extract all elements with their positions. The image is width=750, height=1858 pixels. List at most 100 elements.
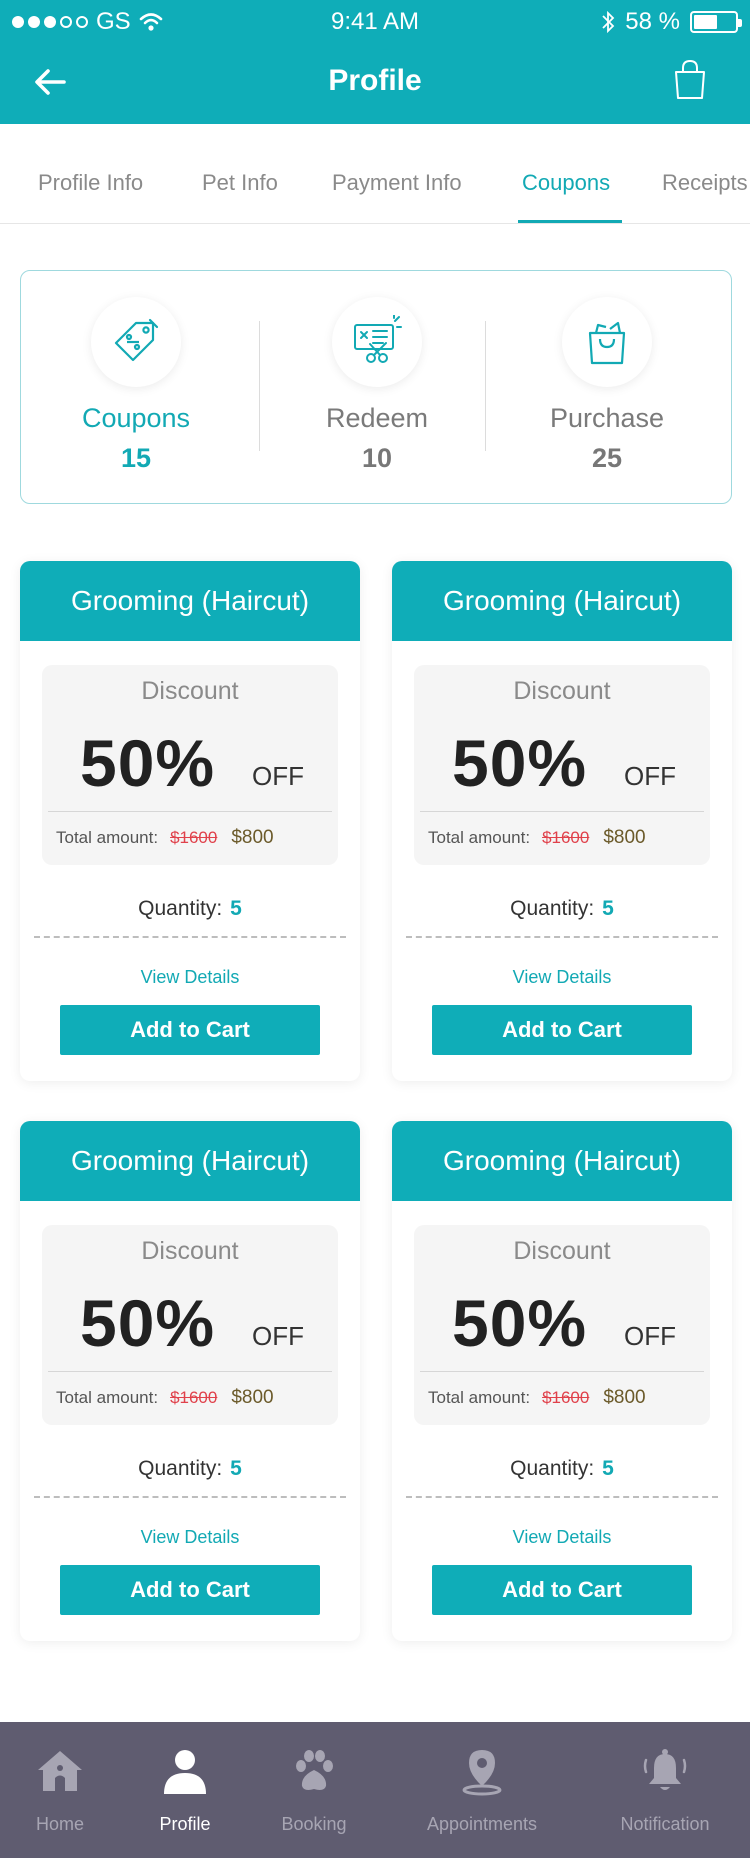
summary-label-purchase: Purchase	[549, 403, 665, 433]
summary-count-coupons: 15	[120, 443, 152, 473]
coupon-card: Grooming (Haircut) Discount 50% OFF Tota…	[20, 561, 360, 1081]
home-icon	[38, 1751, 82, 1791]
active-tab-indicator	[518, 220, 622, 223]
discount-label: Discount	[513, 677, 611, 705]
bottom-nav-notification[interactable]: Notification	[600, 1722, 730, 1858]
total-amount-label: Total amount:	[428, 828, 531, 847]
discount-value: 50%	[452, 1286, 588, 1360]
add-to-cart-button[interactable]: Add to Cart	[432, 1005, 692, 1055]
total-amount-label: Total amount:	[428, 1388, 531, 1407]
summary-label-coupons: Coupons	[81, 403, 191, 433]
bluetooth-icon	[602, 10, 615, 34]
total-amount-label: Total amount:	[56, 1388, 159, 1407]
coupon-card: Grooming (Haircut) Discount 50% OFF Tota…	[392, 1121, 732, 1641]
bottom-nav-home[interactable]: Home	[10, 1722, 110, 1858]
bottom-nav-appointments[interactable]: Appointments	[402, 1722, 562, 1858]
summary-count-purchase: 25	[591, 443, 623, 473]
coupon-summary: Coupons 15 Redeem 10 Purchase 25	[20, 270, 732, 504]
battery-percent: 58 %	[625, 8, 680, 35]
quantity-label: Quantity:	[138, 897, 223, 920]
tab-payment-info[interactable]: Payment Info	[332, 170, 462, 196]
coupon-title: Grooming (Haircut)	[20, 561, 360, 641]
summary-redeem[interactable]: Redeem 10	[262, 271, 492, 505]
view-details-link[interactable]: View Details	[20, 967, 360, 988]
tab-pet-info[interactable]: Pet Info	[202, 170, 278, 196]
total-amount-label: Total amount:	[56, 828, 159, 847]
tab-receipts[interactable]: Receipts	[662, 170, 748, 196]
shopping-bag-icon	[588, 321, 626, 365]
discount-label: Discount	[513, 1237, 611, 1265]
divider	[420, 811, 704, 812]
cart-button[interactable]	[670, 58, 710, 102]
bottom-nav-label: Booking	[281, 1814, 347, 1834]
coupon-tag-icon-wrap	[91, 297, 181, 387]
quantity-value: 5	[602, 897, 614, 920]
view-details-link[interactable]: View Details	[20, 1527, 360, 1548]
quantity-row: Quantity: 5	[20, 897, 360, 921]
view-details-link[interactable]: View Details	[392, 1527, 732, 1548]
tab-coupons[interactable]: Coupons	[522, 170, 610, 196]
quantity-row: Quantity: 5	[392, 897, 732, 921]
status-bar: GS 9:41 AM 58 %	[0, 0, 750, 40]
tab-profile-info[interactable]: Profile Info	[38, 170, 143, 196]
bottom-nav-label: Profile	[159, 1814, 211, 1834]
new-price: $800	[231, 1387, 274, 1408]
nav-bar: Profile	[0, 40, 750, 124]
coupon-card: Grooming (Haircut) Discount 50% OFF Tota…	[20, 1121, 360, 1641]
map-pin-icon	[462, 1750, 502, 1796]
coupon-card: Grooming (Haircut) Discount 50% OFF Tota…	[392, 561, 732, 1081]
summary-coupons[interactable]: Coupons 15	[21, 271, 251, 505]
old-price: $1600	[170, 828, 218, 847]
dashed-separator	[34, 936, 346, 938]
divider	[48, 1371, 332, 1372]
view-details-link[interactable]: View Details	[392, 967, 732, 988]
total-amount-row: Total amount: $1600 $800	[56, 1387, 336, 1409]
total-amount-row: Total amount: $1600 $800	[428, 1387, 708, 1409]
redeem-ticket-icon-wrap	[332, 297, 422, 387]
discount-suffix: OFF	[252, 761, 304, 791]
discount-value: 50%	[452, 726, 588, 800]
summary-purchase[interactable]: Purchase 25	[492, 271, 722, 505]
bottom-nav-label: Home	[35, 1814, 84, 1834]
bottom-tab-bar: Home Profile Booking Appointments Notifi…	[0, 1722, 750, 1858]
divider	[48, 811, 332, 812]
bottom-nav-profile[interactable]: Profile	[135, 1722, 235, 1858]
total-amount-row: Total amount: $1600 $800	[56, 827, 336, 849]
add-to-cart-button[interactable]: Add to Cart	[60, 1005, 320, 1055]
quantity-value: 5	[230, 1457, 242, 1480]
discount-suffix: OFF	[624, 761, 676, 791]
new-price: $800	[231, 827, 274, 848]
bell-icon	[643, 1749, 687, 1790]
app-header: GS 9:41 AM 58 % Profile	[0, 0, 750, 124]
summary-count-redeem: 10	[361, 443, 393, 473]
add-to-cart-button[interactable]: Add to Cart	[432, 1565, 692, 1615]
user-icon	[164, 1750, 206, 1794]
discount-label: Discount	[141, 677, 239, 705]
coupon-discount-panel: Discount 50% OFF Total amount: $1600 $800	[42, 1225, 338, 1425]
bottom-nav-label: Appointments	[426, 1814, 538, 1834]
discount-value: 50%	[80, 726, 216, 800]
discount-label: Discount	[141, 1237, 239, 1265]
total-amount-row: Total amount: $1600 $800	[428, 827, 708, 849]
coupon-tag-icon	[114, 318, 159, 362]
coupon-discount-panel: Discount 50% OFF Total amount: $1600 $800	[414, 665, 710, 865]
bottom-nav-label: Notification	[620, 1814, 710, 1834]
dashed-separator	[34, 1496, 346, 1498]
discount-suffix: OFF	[624, 1321, 676, 1351]
quantity-row: Quantity: 5	[20, 1457, 360, 1481]
add-to-cart-button[interactable]: Add to Cart	[60, 1565, 320, 1615]
dashed-separator	[406, 1496, 718, 1498]
redeem-ticket-icon	[354, 315, 402, 363]
status-right: 58 %	[601, 8, 742, 36]
summary-divider	[259, 321, 260, 451]
quantity-value: 5	[602, 1457, 614, 1480]
summary-divider	[485, 321, 486, 451]
profile-tabs: Profile Info Pet Info Payment Info Coupo…	[0, 124, 750, 224]
quantity-value: 5	[230, 897, 242, 920]
quantity-label: Quantity:	[510, 1457, 595, 1480]
shopping-bag-icon	[675, 59, 705, 99]
bottom-nav-booking[interactable]: Booking	[264, 1722, 364, 1858]
new-price: $800	[603, 827, 646, 848]
coupon-title: Grooming (Haircut)	[20, 1121, 360, 1201]
old-price: $1600	[170, 1388, 218, 1407]
